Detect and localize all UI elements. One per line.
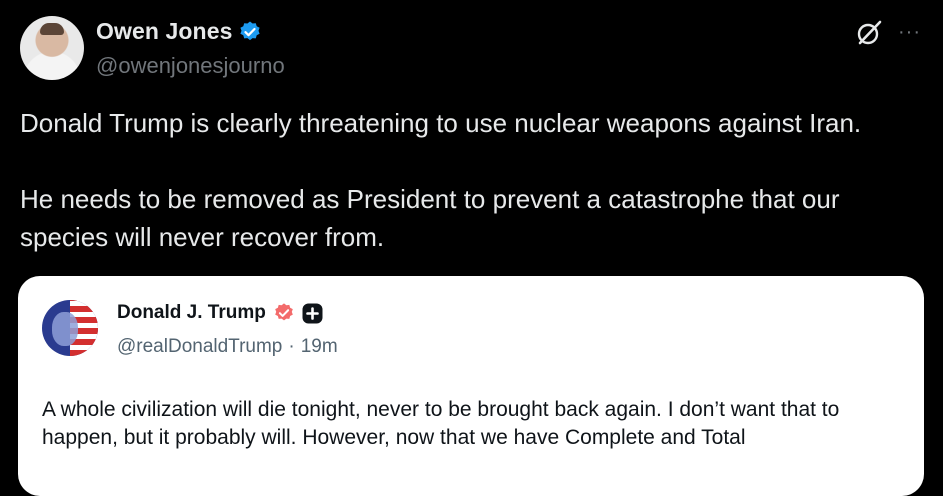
quoted-author-handle[interactable]: @realDonaldTrump (117, 336, 282, 357)
avatar-hair (40, 23, 64, 35)
verified-badge-icon (275, 303, 293, 321)
quoted-post-card[interactable]: Donald J. Trump @realDonaldTrump · 19m A w… (18, 276, 924, 496)
more-icon[interactable]: ··· (898, 22, 921, 42)
quoted-author-name-row: Donald J. Trump (117, 302, 323, 324)
quoted-timestamp[interactable]: 19m (301, 336, 338, 357)
quoted-author-display-name[interactable]: Donald J. Trump (117, 302, 266, 324)
author-avatar[interactable] (20, 16, 84, 80)
plus-badge-icon (302, 303, 323, 323)
quoted-post-text: A whole civilization will die tonight, n… (42, 398, 840, 449)
post: Owen Jones @owenjonesjourno ··· Donald T… (0, 0, 943, 496)
author-handle[interactable]: @owenjonesjourno (96, 53, 285, 79)
quoted-author-avatar[interactable] (42, 300, 98, 356)
tweet-paragraph-2: He needs to be removed as President to p… (20, 184, 840, 252)
grok-icon[interactable] (854, 18, 884, 48)
meta-separator: · (288, 336, 295, 357)
author-name-row: Owen Jones (96, 18, 262, 45)
quoted-author-meta: @realDonaldTrump · 19m (117, 336, 338, 358)
author-display-name[interactable]: Owen Jones (96, 18, 232, 45)
verified-badge-icon (240, 21, 261, 40)
avatar-face (52, 312, 78, 346)
tweet-text: Donald Trump is clearly threatening to u… (20, 104, 930, 256)
tweet-paragraph-1: Donald Trump is clearly threatening to u… (20, 108, 862, 138)
